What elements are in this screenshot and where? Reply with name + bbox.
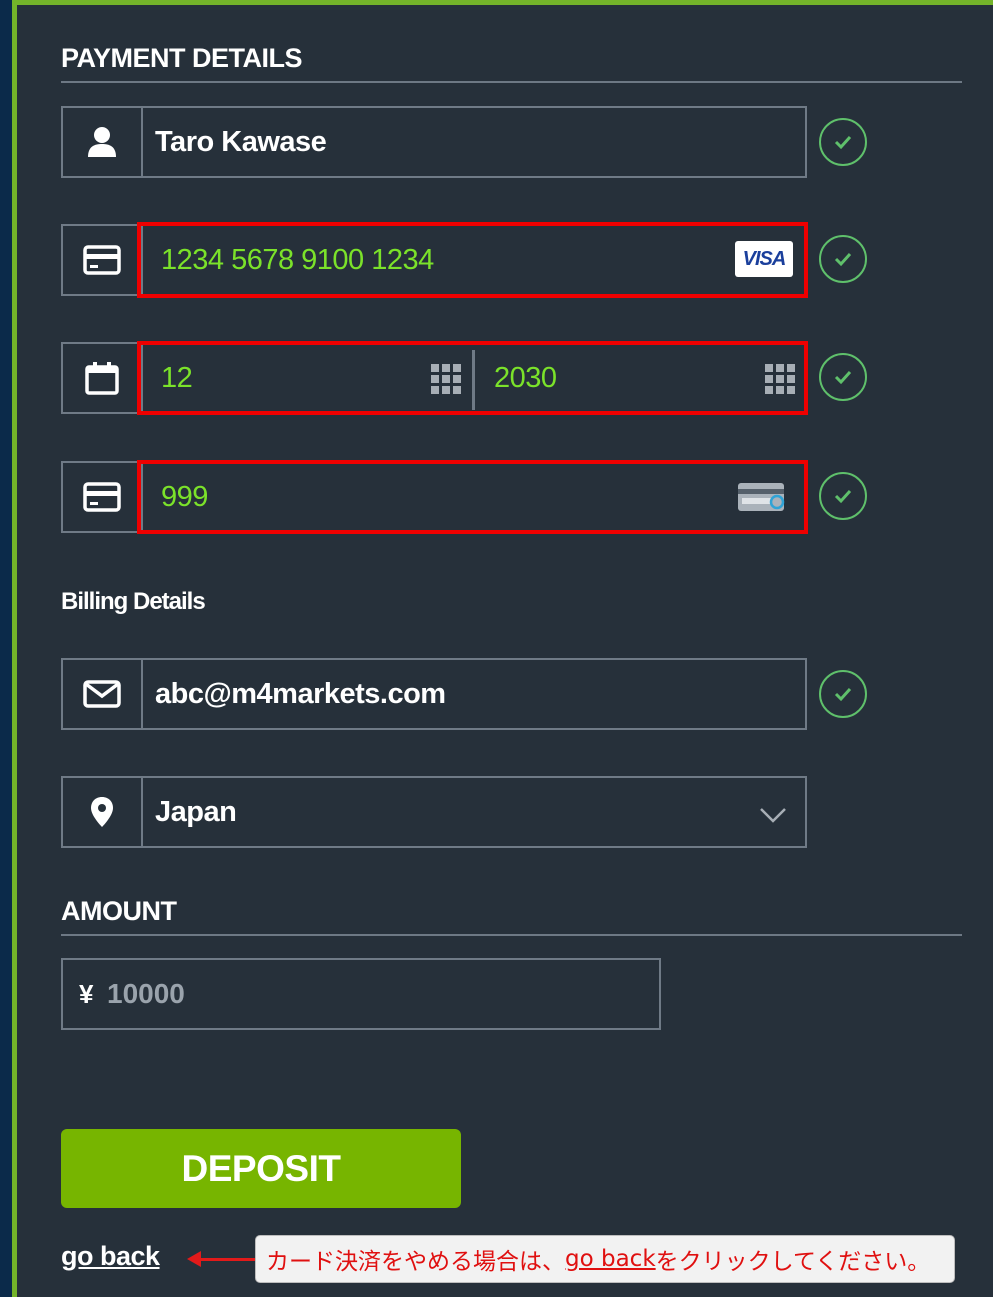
cvv-icon-cell bbox=[63, 463, 143, 531]
note-suffix: をクリックしてください。 bbox=[655, 1249, 931, 1275]
envelope-icon bbox=[83, 680, 121, 708]
go-back-link[interactable]: go back bbox=[61, 1241, 160, 1272]
location-pin-icon bbox=[91, 797, 113, 827]
user-icon bbox=[88, 127, 116, 157]
email-field[interactable]: abc@m4markets.com bbox=[61, 658, 807, 730]
card-number-highlight bbox=[137, 222, 808, 298]
annotation-note: カード決済をやめる場合は、 go back をクリックしてください。 bbox=[255, 1235, 955, 1283]
amount-divider bbox=[61, 934, 962, 936]
annotation-arrow-head bbox=[187, 1251, 201, 1267]
note-prefix: カード決済をやめる場合は、 bbox=[266, 1249, 565, 1275]
cardholder-name-value: Taro Kawase bbox=[155, 125, 327, 158]
payment-details-divider bbox=[61, 81, 962, 83]
check-icon bbox=[834, 370, 852, 385]
check-icon bbox=[834, 135, 852, 150]
annotation-arrow-line bbox=[197, 1258, 255, 1261]
amount-title: AMOUNT bbox=[61, 896, 177, 926]
card-icon-cell bbox=[63, 226, 143, 294]
email-value: abc@m4markets.com bbox=[155, 677, 446, 710]
credit-card-icon bbox=[83, 245, 121, 275]
email-valid-check bbox=[819, 670, 867, 718]
calendar-icon bbox=[85, 362, 119, 395]
card-number-valid-check bbox=[819, 235, 867, 283]
payment-details-title: PAYMENT DETAILS bbox=[61, 43, 303, 73]
name-valid-check bbox=[819, 118, 867, 166]
calendar-icon-cell bbox=[63, 344, 143, 412]
email-icon-cell bbox=[63, 660, 143, 728]
cvv-valid-check bbox=[819, 472, 867, 520]
payment-panel: PAYMENT DETAILS Taro Kawase 1234 5678 91… bbox=[12, 0, 993, 1297]
location-icon-cell bbox=[63, 778, 143, 846]
credit-card-icon bbox=[83, 482, 121, 512]
user-icon-cell bbox=[63, 108, 143, 176]
check-icon bbox=[834, 252, 852, 267]
expiry-highlight bbox=[137, 341, 808, 415]
check-icon bbox=[834, 489, 852, 504]
country-value: Japan bbox=[155, 795, 237, 828]
currency-symbol: ¥ bbox=[79, 978, 94, 1009]
chevron-down-icon[interactable] bbox=[759, 806, 787, 824]
cardholder-name-field[interactable]: Taro Kawase bbox=[61, 106, 807, 178]
amount-input[interactable]: ¥ 10000 bbox=[61, 958, 661, 1030]
expiry-valid-check bbox=[819, 353, 867, 401]
amount-value: 10000 bbox=[107, 978, 185, 1009]
note-link: go back bbox=[565, 1246, 656, 1272]
cvv-highlight bbox=[137, 460, 808, 534]
check-icon bbox=[834, 687, 852, 702]
billing-details-title: Billing Details bbox=[61, 588, 206, 615]
deposit-button[interactable]: DEPOSIT bbox=[61, 1129, 461, 1208]
country-select[interactable]: Japan bbox=[61, 776, 807, 848]
